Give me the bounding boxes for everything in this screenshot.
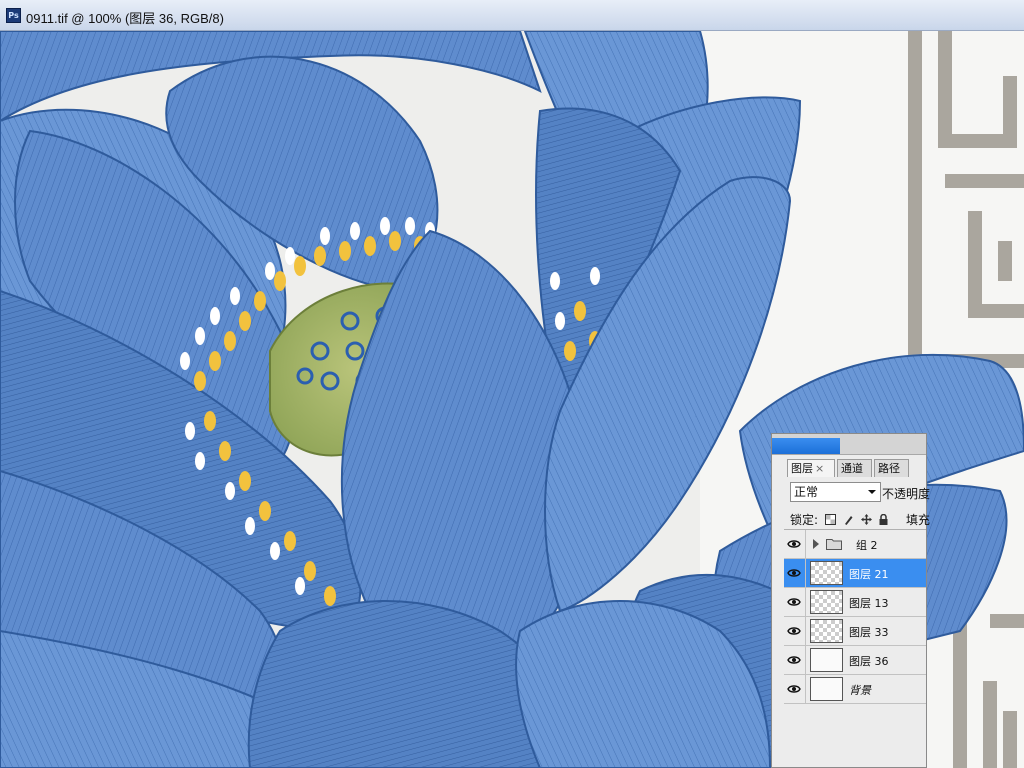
tab-paths-label: 路径 [878, 462, 900, 475]
opacity-label: 不透明度 [882, 487, 931, 501]
panel-header[interactable] [772, 434, 926, 455]
layer-row[interactable]: 图层 33 [784, 617, 926, 646]
layer-row-selected[interactable]: 图层 21 [784, 559, 926, 588]
layer-name: 图层 33 [849, 626, 889, 639]
tab-channels[interactable]: 通道 [837, 459, 872, 477]
document-titlebar: Ps 0911.tif @ 100% (图层 36, RGB/8) [0, 0, 1024, 31]
document-title: 0911.tif @ 100% (图层 36, RGB/8) [26, 11, 224, 26]
layer-row-group[interactable]: 组 2 [784, 530, 926, 559]
layer-thumbnail [810, 561, 843, 585]
eye-icon [787, 627, 801, 635]
layer-thumbnail [810, 648, 843, 672]
layer-thumbnail [810, 619, 843, 643]
layer-name: 背景 [849, 684, 871, 697]
close-icon[interactable]: × [815, 462, 824, 475]
folder-icon [826, 539, 842, 550]
layer-name: 图层 13 [849, 597, 889, 610]
tab-channels-label: 通道 [841, 462, 863, 475]
fill-label: 填充 [906, 513, 931, 527]
eye-icon [787, 656, 801, 664]
layer-name: 图层 21 [849, 568, 889, 581]
eye-icon [787, 540, 801, 548]
visibility-toggle[interactable] [784, 559, 806, 587]
eye-icon [787, 598, 801, 606]
visibility-toggle[interactable] [784, 617, 806, 645]
layer-row[interactable]: 图层 36 [784, 646, 926, 675]
photoshop-icon: Ps [6, 8, 21, 23]
layer-name: 组 2 [856, 539, 878, 552]
layer-thumbnail [810, 590, 843, 614]
layers-panel: 图层 × 通道 路径 正常 不透明度 锁定: 填充 组 2 图层 21 图层 1… [771, 433, 931, 768]
lock-paint-icon[interactable] [843, 514, 854, 525]
tab-paths[interactable]: 路径 [874, 459, 909, 477]
blend-mode-value: 正常 [794, 485, 819, 499]
chevron-down-icon [868, 490, 876, 494]
layer-list: 组 2 图层 21 图层 13 图层 33 图层 36 背景 [784, 530, 926, 704]
layer-row[interactable]: 图层 13 [784, 588, 926, 617]
layer-thumbnail [810, 677, 843, 701]
layer-row-background[interactable]: 背景 [784, 675, 926, 704]
visibility-toggle[interactable] [784, 588, 806, 616]
lock-row: 锁定: [790, 511, 889, 528]
lock-all-icon[interactable] [878, 514, 889, 525]
expand-arrow-icon[interactable] [813, 539, 819, 549]
layer-name: 图层 36 [849, 655, 889, 668]
visibility-toggle[interactable] [784, 675, 806, 703]
tab-layers-label: 图层 [791, 462, 813, 475]
blend-mode-select[interactable]: 正常 [790, 482, 881, 502]
visibility-toggle[interactable] [784, 530, 806, 558]
lock-transparent-icon[interactable] [824, 514, 836, 525]
eye-icon [787, 685, 801, 693]
tab-layers[interactable]: 图层 × [787, 459, 835, 477]
lock-label: 锁定: [790, 513, 819, 527]
lock-move-icon[interactable] [860, 514, 872, 525]
eye-icon [787, 569, 801, 577]
visibility-toggle[interactable] [784, 646, 806, 674]
